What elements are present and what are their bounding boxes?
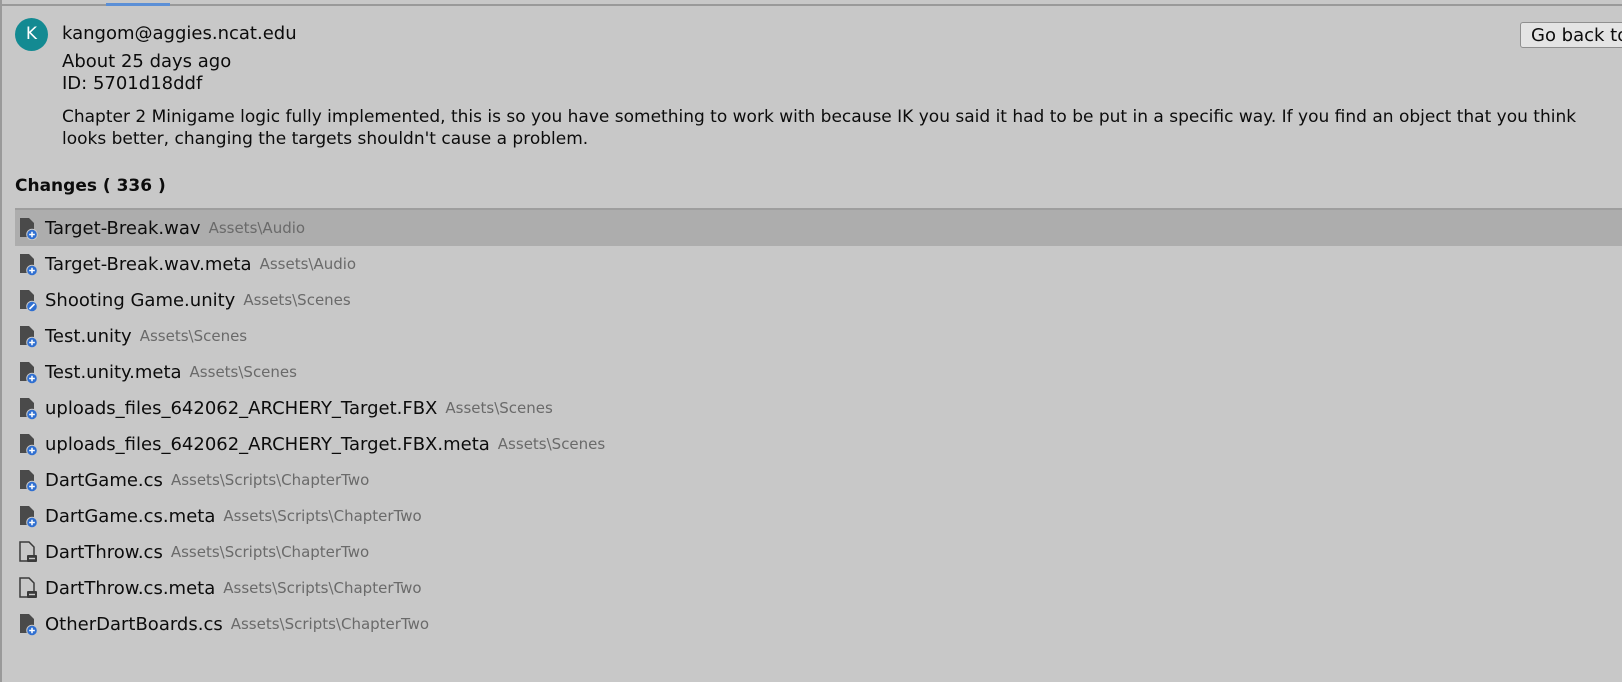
file-deleted-icon bbox=[19, 577, 37, 598]
change-file-path: Assets\Scenes bbox=[497, 435, 606, 453]
change-file-name: Test.unity bbox=[45, 325, 132, 347]
file-added-icon bbox=[20, 254, 38, 276]
file-added-icon bbox=[20, 362, 38, 384]
change-row[interactable]: uploads_files_642062_ARCHERY_Target.FBX A… bbox=[15, 390, 1622, 426]
change-file-name: DartGame.cs.meta bbox=[45, 505, 216, 527]
commit-author: kangom@aggies.ncat.edu bbox=[62, 23, 297, 44]
file-added-icon bbox=[20, 470, 38, 492]
change-row[interactable]: uploads_files_642062_ARCHERY_Target.FBX.… bbox=[15, 426, 1622, 462]
file-added-icon bbox=[20, 614, 38, 636]
commit-details-panel: K kangom@aggies.ncat.edu About 25 days a… bbox=[0, 0, 1622, 682]
change-file-name: uploads_files_642062_ARCHERY_Target.FBX.… bbox=[45, 433, 490, 455]
change-file-path: Assets\Scripts\ChapterTwo bbox=[230, 615, 430, 633]
change-file-path: Assets\Scenes bbox=[243, 291, 351, 309]
file-added-icon bbox=[20, 326, 38, 348]
change-row[interactable]: OtherDartBoards.cs Assets\Scripts\Chapter… bbox=[15, 606, 1622, 642]
change-file-name: DartThrow.cs.meta bbox=[45, 577, 216, 599]
commit-message: Chapter 2 Minigame logic fully implement… bbox=[62, 107, 1577, 149]
active-tab-indicator bbox=[106, 3, 170, 6]
change-file-name: OtherDartBoards.cs bbox=[45, 613, 223, 635]
change-row[interactable]: DartThrow.cs.meta Assets\Scripts\ChapterT… bbox=[15, 570, 1622, 606]
change-row[interactable]: Target-Break.wav Assets\Audio bbox=[15, 210, 1622, 246]
change-file-path: Assets\Audio bbox=[259, 255, 357, 273]
panel-left-border bbox=[0, 0, 2, 682]
avatar: K bbox=[15, 18, 48, 51]
file-added-icon bbox=[20, 434, 38, 456]
change-row[interactable]: DartGame.cs.meta Assets\Scripts\ChapterTw… bbox=[15, 498, 1622, 534]
change-file-name: uploads_files_642062_ARCHERY_Target.FBX bbox=[45, 397, 438, 419]
changes-list: Target-Break.wav Assets\Audio Target-Break… bbox=[15, 210, 1622, 642]
file-added-icon bbox=[20, 218, 38, 240]
file-modified-icon bbox=[20, 290, 38, 312]
file-added-icon bbox=[20, 398, 38, 420]
panel-top-border bbox=[0, 4, 1622, 6]
change-row[interactable]: Test.unity Assets\Scenes bbox=[15, 318, 1622, 354]
go-back-button[interactable]: Go back to bbox=[1520, 22, 1622, 48]
change-file-path: Assets\Audio bbox=[208, 219, 306, 237]
change-row[interactable]: Target-Break.wav.meta Assets\Audio bbox=[15, 246, 1622, 282]
file-added-icon bbox=[20, 506, 38, 528]
change-row[interactable]: Test.unity.meta Assets\Scenes bbox=[15, 354, 1622, 390]
change-file-name: Shooting Game.unity bbox=[45, 289, 236, 311]
commit-date: About 25 days ago bbox=[62, 51, 232, 72]
change-file-name: Target-Break.wav bbox=[45, 217, 201, 239]
change-file-path: Assets\Scripts\ChapterTwo bbox=[223, 579, 422, 597]
change-file-path: Assets\Scenes bbox=[139, 327, 248, 345]
change-row[interactable]: Shooting Game.unity Assets\Scenes bbox=[15, 282, 1622, 318]
change-file-name: DartGame.cs bbox=[45, 469, 163, 491]
change-file-name: Test.unity.meta bbox=[45, 361, 182, 383]
commit-id: ID: 5701d18ddf bbox=[62, 73, 203, 94]
change-row[interactable]: DartThrow.cs Assets\Scripts\ChapterTwo bbox=[15, 534, 1622, 570]
change-file-path: Assets\Scenes bbox=[189, 363, 297, 381]
change-file-path: Assets\Scenes bbox=[445, 399, 553, 417]
change-row[interactable]: DartGame.cs Assets\Scripts\ChapterTwo bbox=[15, 462, 1622, 498]
change-file-name: DartThrow.cs bbox=[45, 541, 163, 563]
changes-header: Changes ( 336 ) bbox=[15, 176, 166, 196]
change-file-path: Assets\Scripts\ChapterTwo bbox=[223, 507, 422, 525]
change-file-path: Assets\Scripts\ChapterTwo bbox=[170, 543, 370, 561]
file-deleted-icon bbox=[19, 541, 37, 562]
change-file-name: Target-Break.wav.meta bbox=[45, 253, 252, 275]
change-file-path: Assets\Scripts\ChapterTwo bbox=[170, 471, 370, 489]
